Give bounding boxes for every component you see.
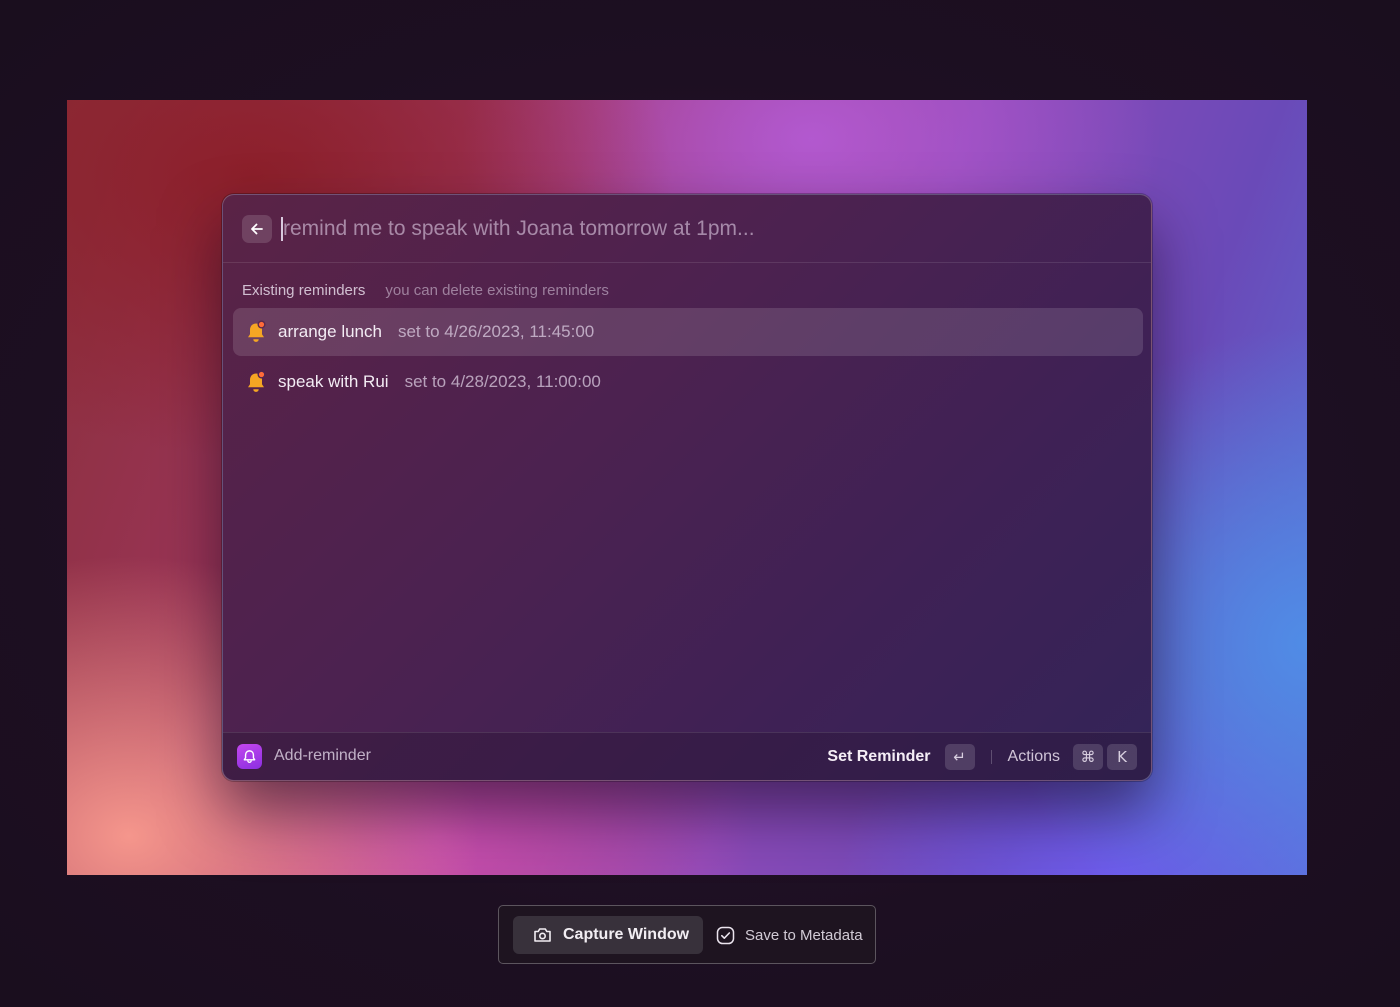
reminder-title: speak with Rui (278, 372, 389, 391)
capture-toolbar: Capture Window Save to Metadata (498, 905, 876, 964)
footer-actions: Set Reminder ↵ Actions ⌘ K (827, 743, 1137, 771)
section-header: Existing reminders you can delete existi… (242, 280, 609, 300)
save-to-metadata-toggle[interactable]: Save to Metadata (716, 916, 863, 954)
search-bar (223, 195, 1151, 263)
reminder-date: set to 4/28/2023, 11:00:00 (404, 372, 601, 391)
list-item-reminder[interactable]: arrange lunch set to 4/26/2023, 11:45:00 (233, 308, 1143, 356)
arrow-left-icon (251, 223, 263, 235)
actions-button[interactable]: Actions (1008, 748, 1060, 766)
set-reminder-button[interactable]: Set Reminder (827, 748, 930, 766)
section-title: Existing reminders (242, 281, 366, 299)
reminder-input[interactable] (283, 211, 1103, 247)
camera-icon (534, 928, 551, 942)
action-bar: Add-reminder Set Reminder ↵ Actions ⌘ K (223, 732, 1151, 780)
bell-icon (245, 370, 267, 394)
launcher-window: Existing reminders you can delete existi… (222, 194, 1152, 781)
save-to-metadata-label: Save to Metadata (745, 926, 863, 944)
reminder-title: arrange lunch (278, 322, 382, 341)
back-button[interactable] (242, 215, 272, 243)
k-key-hint: K (1107, 744, 1137, 770)
screenshot-canvas: Existing reminders you can delete existi… (0, 0, 1400, 1007)
bell-icon (245, 320, 267, 344)
section-subtitle: you can delete existing reminders (385, 281, 609, 299)
list-item-reminder[interactable]: speak with Rui set to 4/28/2023, 11:00:0… (233, 358, 1143, 406)
command-key-hint: ⌘ (1073, 744, 1103, 770)
checkmark-circle-icon (716, 926, 735, 944)
capture-window-button[interactable]: Capture Window (513, 916, 703, 954)
reminder-date: set to 4/26/2023, 11:45:00 (397, 322, 595, 341)
capture-window-label: Capture Window (563, 926, 690, 943)
enter-key-hint: ↵ (944, 744, 975, 770)
divider (990, 750, 992, 764)
extension-name: Add-reminder (274, 747, 371, 764)
reminder-extension-icon (237, 744, 262, 769)
